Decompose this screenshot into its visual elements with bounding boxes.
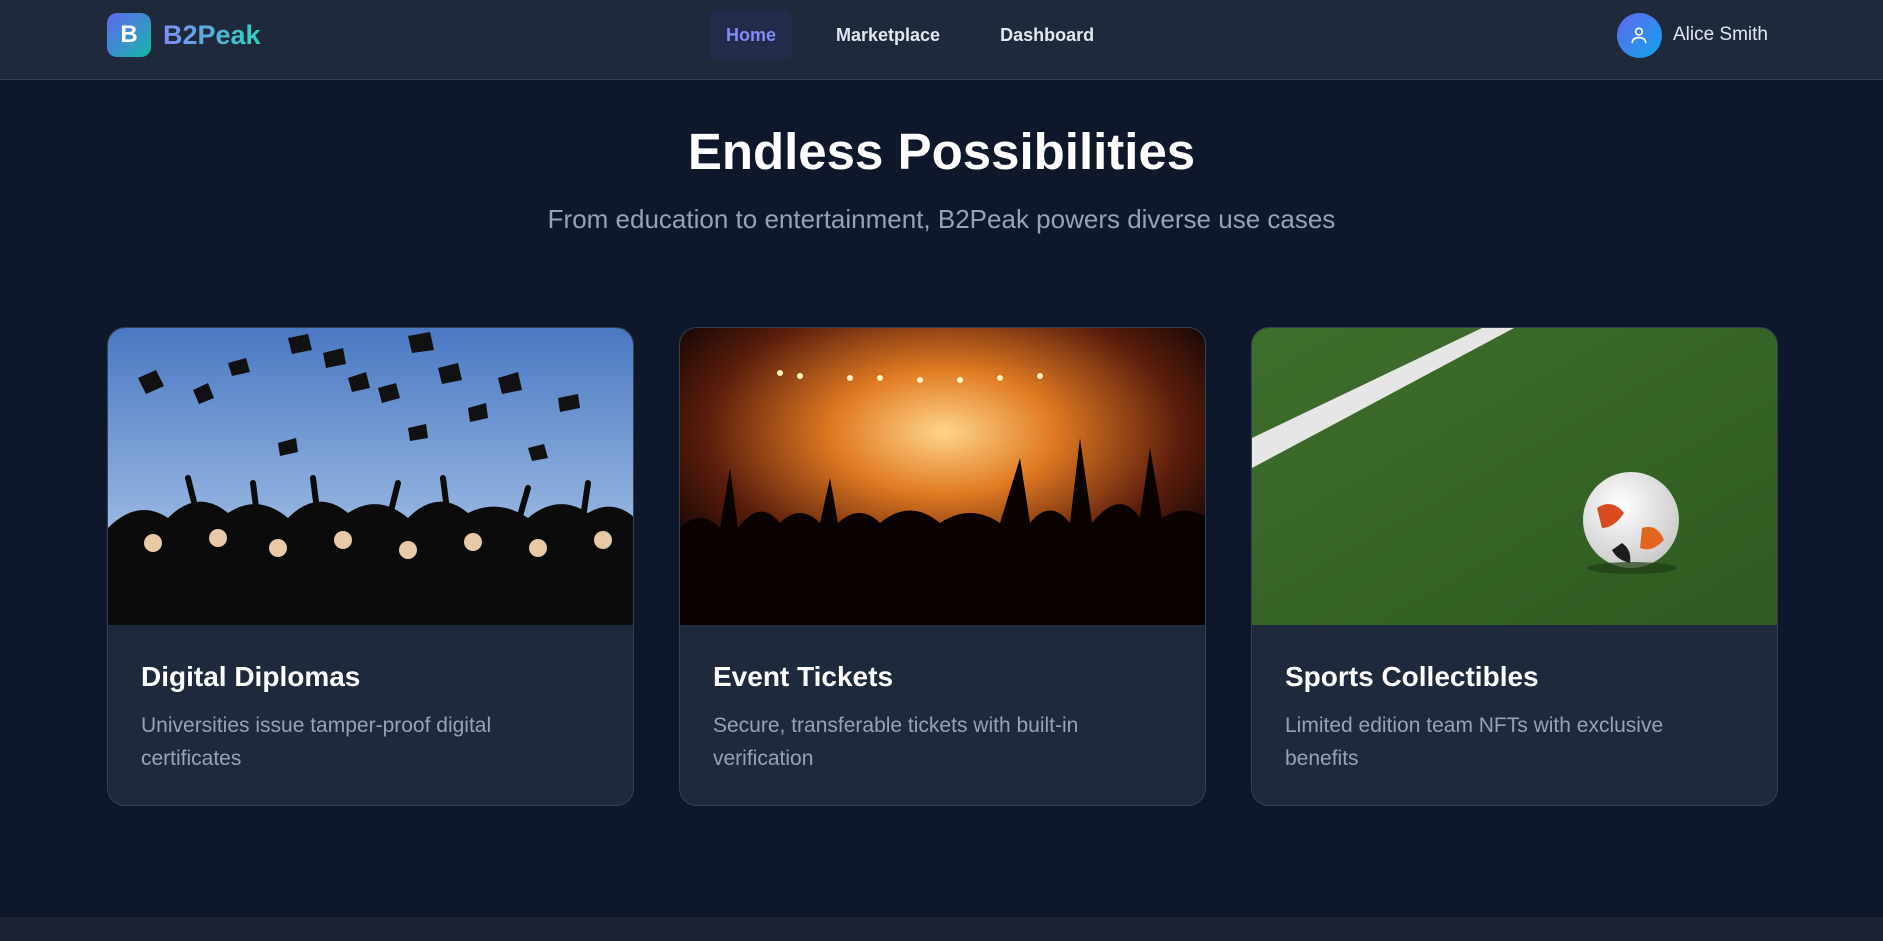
user-name[interactable]: Alice Smith bbox=[1673, 24, 1768, 46]
card-digital-diplomas[interactable]: Digital Diplomas Universities issue tamp… bbox=[107, 327, 634, 806]
nav-marketplace[interactable]: Marketplace bbox=[820, 10, 956, 60]
card-title: Sports Collectibles bbox=[1285, 661, 1539, 692]
card-event-tickets[interactable]: Event Tickets Secure, transferable ticke… bbox=[679, 327, 1206, 806]
brand-name: B2Peak bbox=[163, 19, 261, 50]
concert-crowd-photo bbox=[680, 328, 1205, 625]
brand-logo-link[interactable]: B B2Peak bbox=[107, 13, 261, 57]
nav-home[interactable]: Home bbox=[710, 10, 793, 60]
page-title: Endless Possibilities bbox=[687, 123, 1196, 180]
card-title: Digital Diplomas bbox=[141, 661, 361, 692]
card-description: Secure, transferable tickets with built-… bbox=[713, 714, 1079, 770]
card-description: Limited edition team NFTs with exclusive… bbox=[1285, 714, 1664, 770]
soccer-ball-field-photo bbox=[1252, 328, 1777, 625]
card-description: Universities issue tamper-proof digital … bbox=[141, 714, 492, 770]
nav-dashboard[interactable]: Dashboard bbox=[984, 10, 1110, 60]
brand-initial: B bbox=[120, 21, 138, 48]
brand-logo-icon: B bbox=[107, 13, 151, 57]
avatar[interactable] bbox=[1616, 12, 1662, 58]
user-icon bbox=[1631, 27, 1647, 44]
card-title: Event Tickets bbox=[713, 661, 894, 692]
page-subtitle: From education to entertainment, B2Peak … bbox=[547, 204, 1336, 234]
user-menu[interactable]: Alice Smith bbox=[1616, 12, 1768, 58]
footer-strip bbox=[0, 917, 1883, 941]
top-navbar: B B2Peak Home Marketplace Dashboard Alic… bbox=[0, 0, 1883, 80]
card-sports-collectibles[interactable]: Sports Collectibles Limited edition team… bbox=[1251, 327, 1778, 806]
main-nav: Home Marketplace Dashboard bbox=[710, 10, 1138, 60]
graduation-caps-photo bbox=[108, 328, 633, 625]
